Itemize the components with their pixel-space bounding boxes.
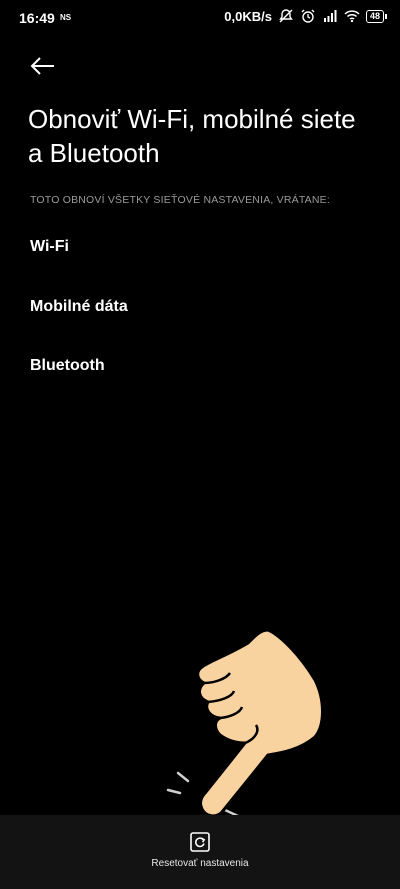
carrier-badge: NS bbox=[60, 13, 72, 22]
net-speed: 0,0KB/s bbox=[224, 8, 272, 24]
wifi-icon bbox=[344, 10, 360, 23]
status-bar: 16:49 NS 0,0KB/s 48 bbox=[0, 0, 400, 36]
back-arrow-icon[interactable] bbox=[28, 52, 58, 80]
list-item-mobile-data: Mobilné dáta bbox=[30, 298, 128, 315]
pointing-hand-icon bbox=[166, 628, 324, 818]
list-item-wifi: Wi‑Fi bbox=[30, 238, 69, 255]
battery-indicator: 48 bbox=[365, 9, 388, 23]
reset-settings-button[interactable]: Resetovať nastavenia bbox=[0, 815, 400, 889]
bottom-action-bar: Resetovať nastavenia bbox=[0, 815, 400, 889]
alarm-icon bbox=[301, 9, 315, 23]
signal-icon bbox=[323, 10, 337, 22]
status-icons: 0,0KB/s 48 bbox=[224, 8, 388, 24]
status-time: 16:49 bbox=[19, 10, 55, 26]
reset-settings-label: Resetovať nastavenia bbox=[151, 858, 249, 869]
page-title: Obnoviť Wi‑Fi, mobilné siete a Bluetooth bbox=[28, 104, 356, 168]
list-item-bluetooth: Bluetooth bbox=[30, 357, 105, 374]
reset-icon bbox=[190, 832, 210, 852]
bell-off-icon bbox=[279, 9, 293, 23]
section-caption: TOTO OBNOVÍ VŠETKY SIEŤOVÉ NASTAVENIA, V… bbox=[30, 194, 330, 206]
